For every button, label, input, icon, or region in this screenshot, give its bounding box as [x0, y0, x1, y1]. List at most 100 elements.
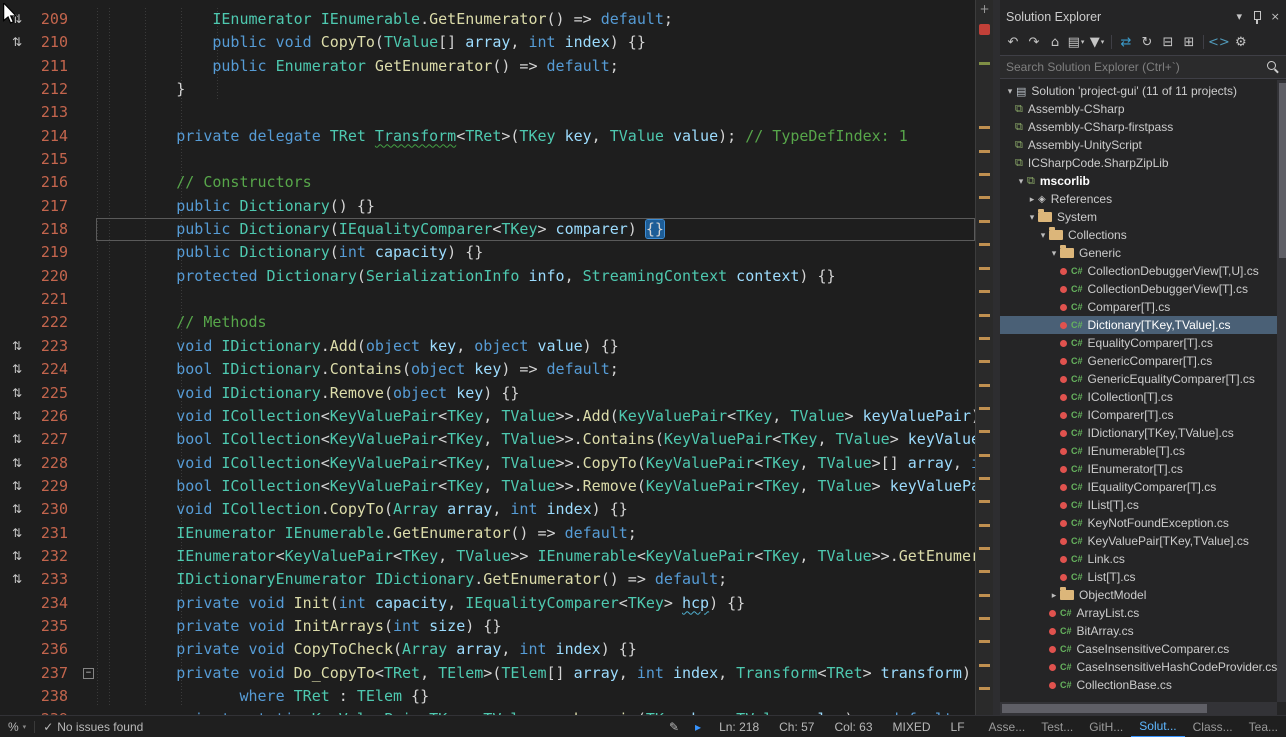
code-line[interactable]: 221	[0, 288, 975, 311]
tree-item[interactable]: C#BitArray.cs	[1000, 622, 1277, 640]
filter-icon[interactable]: ▼▾	[1087, 32, 1107, 52]
collapse-all-icon[interactable]: ⊟	[1158, 32, 1178, 52]
code-line[interactable]: 218public Dictionary(IEqualityComparer<T…	[0, 218, 975, 241]
tree-item[interactable]: C#CollectionBase.cs	[1000, 676, 1277, 694]
reference-glyph-icon[interactable]: ⇅	[0, 545, 34, 568]
code-line[interactable]: 216// Constructors	[0, 171, 975, 194]
splitter-grip-icon[interactable]: +	[976, 2, 993, 16]
code-line[interactable]: 213	[0, 101, 975, 124]
zoom-control[interactable]: % ▾	[0, 716, 34, 737]
code-line[interactable]: ⇅228void ICollection<KeyValuePair<TKey, …	[0, 452, 975, 475]
tree-item[interactable]: C#CollectionDebuggerView[T,U].cs	[1000, 262, 1277, 280]
reference-glyph-icon[interactable]: ⇅	[0, 568, 34, 591]
scrollbar-thumb[interactable]	[1002, 704, 1207, 713]
expand-indicator-icon[interactable]: ▸	[687, 716, 709, 737]
tree-expander-icon[interactable]: ▾	[1037, 230, 1049, 241]
tree-item[interactable]: ▸ObjectModel	[1000, 586, 1277, 604]
code-line[interactable]: 234private void Init(int capacity, IEqua…	[0, 592, 975, 615]
char-indicator[interactable]: Ch: 57	[769, 716, 824, 737]
search-icon[interactable]	[1267, 61, 1280, 74]
search-input[interactable]: Search Solution Explorer (Ctrl+`)	[1006, 60, 1267, 74]
tree-item[interactable]: C#IComparer[T].cs	[1000, 406, 1277, 424]
tree-item[interactable]: C#CaseInsensitiveComparer.cs	[1000, 640, 1277, 658]
tree-item[interactable]: ▾Collections	[1000, 226, 1277, 244]
tree-item[interactable]: C#GenericEqualityComparer[T].cs	[1000, 370, 1277, 388]
panel-tab[interactable]: Test...	[1033, 716, 1081, 737]
code-line[interactable]: 222// Methods	[0, 311, 975, 334]
tree-horizontal-scrollbar[interactable]	[1000, 702, 1277, 715]
tree-expander-icon[interactable]: ▾	[1015, 176, 1027, 187]
tree-item[interactable]: ⧉Assembly-UnityScript	[1000, 136, 1277, 154]
tree-item[interactable]: C#IEnumerator[T].cs	[1000, 460, 1277, 478]
tree-expander-icon[interactable]: ▾	[1004, 86, 1016, 97]
reference-glyph-icon[interactable]: ⇅	[0, 335, 34, 358]
code-line[interactable]: ⇅223void IDictionary.Add(object key, obj…	[0, 335, 975, 358]
tree-item[interactable]: ⧉ICSharpCode.SharpZipLib	[1000, 154, 1277, 172]
view-code-icon[interactable]: <>	[1208, 32, 1230, 52]
tree-expander-icon[interactable]: ▸	[1026, 194, 1038, 205]
search-box[interactable]: Search Solution Explorer (Ctrl+`)	[1000, 55, 1286, 79]
tree-item[interactable]: C#CollectionDebuggerView[T].cs	[1000, 280, 1277, 298]
reference-glyph-icon[interactable]: ⇅	[0, 31, 34, 54]
line-indicator[interactable]: Ln: 218	[709, 716, 769, 737]
reference-glyph-icon[interactable]: ⇅	[0, 522, 34, 545]
tree-item[interactable]: ▸◈References	[1000, 190, 1277, 208]
code-line[interactable]: 239private static KeyValuePair<TKey, TVa…	[0, 708, 975, 715]
code-line[interactable]: ⇅209IEnumerator IEnumerable.GetEnumerato…	[0, 8, 975, 31]
tree-item[interactable]: C#IEnumerable[T].cs	[1000, 442, 1277, 460]
code-line[interactable]: 235private void InitArrays(int size) {}	[0, 615, 975, 638]
fold-collapse-icon[interactable]: −	[83, 668, 94, 679]
solution-explorer-header[interactable]: Solution Explorer ▾ ×	[1000, 4, 1286, 29]
panel-tab[interactable]: Class...	[1185, 716, 1241, 737]
tree-item[interactable]: C#List[T].cs	[1000, 568, 1277, 586]
tree-item[interactable]: C#IList[T].cs	[1000, 496, 1277, 514]
pane-splitter[interactable]	[993, 0, 1000, 715]
switch-views-icon[interactable]: ▤▾	[1066, 32, 1086, 52]
tree-item[interactable]: C#CaseInsensitiveHashCodeProvider.cs	[1000, 658, 1277, 676]
reference-glyph-icon[interactable]: ⇅	[0, 382, 34, 405]
tree-expander-icon[interactable]: ▸	[1048, 590, 1060, 601]
reference-glyph-icon[interactable]: ⇅	[0, 452, 34, 475]
indentation-indicator[interactable]: MIXED	[883, 716, 941, 737]
reference-glyph-icon[interactable]: ⇅	[0, 498, 34, 521]
line-ending-indicator[interactable]: LF	[941, 716, 975, 737]
code-line[interactable]: ⇅225void IDictionary.Remove(object key) …	[0, 382, 975, 405]
sync-with-active-document-icon[interactable]: ⇄	[1116, 32, 1136, 52]
panel-tab[interactable]: Solut...	[1131, 716, 1184, 737]
code-line[interactable]: ⇅232IEnumerator<KeyValuePair<TKey, TValu…	[0, 545, 975, 568]
code-line[interactable]: ⇅224bool IDictionary.Contains(object key…	[0, 358, 975, 381]
code-line[interactable]: ⇅227bool ICollection<KeyValuePair<TKey, …	[0, 428, 975, 451]
tree-vertical-scrollbar[interactable]	[1277, 80, 1286, 702]
tree-item[interactable]: ▾System	[1000, 208, 1277, 226]
close-icon[interactable]: ×	[1266, 8, 1284, 26]
tree-item[interactable]: C#GenericComparer[T].cs	[1000, 352, 1277, 370]
tree-expander-icon[interactable]: ▾	[1026, 212, 1038, 223]
code-editor-pane[interactable]: ⇅209IEnumerator IEnumerable.GetEnumerato…	[0, 0, 993, 715]
tree-item[interactable]: ▾▤Solution 'project-gui' (11 of 11 proje…	[1000, 82, 1277, 100]
code-line[interactable]: 238where TRet : TElem {}	[0, 685, 975, 708]
reference-glyph-icon[interactable]: ⇅	[0, 475, 34, 498]
pin-icon[interactable]	[1248, 8, 1266, 26]
tree-item[interactable]: C#IDictionary[TKey,TValue].cs	[1000, 424, 1277, 442]
issues-indicator[interactable]: ✓ No issues found	[35, 716, 151, 737]
tree-item[interactable]: ▾Generic	[1000, 244, 1277, 262]
code-line[interactable]: 215	[0, 148, 975, 171]
column-indicator[interactable]: Col: 63	[824, 716, 882, 737]
code-line[interactable]: 217public Dictionary() {}	[0, 195, 975, 218]
tree-item[interactable]: C#KeyValuePair[TKey,TValue].cs	[1000, 532, 1277, 550]
tree-item[interactable]: C#IEqualityComparer[T].cs	[1000, 478, 1277, 496]
code-line[interactable]: ⇅230void ICollection.CopyTo(Array array,…	[0, 498, 975, 521]
code-line[interactable]: ⇅231IEnumerator IEnumerable.GetEnumerato…	[0, 522, 975, 545]
tree-item[interactable]: ▾⧉mscorlib	[1000, 172, 1277, 190]
properties-icon[interactable]: ⚙	[1231, 32, 1251, 52]
refresh-icon[interactable]: ↻	[1137, 32, 1157, 52]
panel-tab[interactable]: Asse...	[981, 716, 1034, 737]
tree-item[interactable]: C#Link.cs	[1000, 550, 1277, 568]
tree-expander-icon[interactable]: ▾	[1048, 248, 1060, 259]
code-line[interactable]: 214private delegate TRet Transform<TRet>…	[0, 125, 975, 148]
tree-item[interactable]: ⧉Assembly-CSharp	[1000, 100, 1277, 118]
tree-item[interactable]: ⧉Assembly-CSharp-firstpass	[1000, 118, 1277, 136]
tree-item[interactable]: C#Comparer[T].cs	[1000, 298, 1277, 316]
code-line[interactable]: 220protected Dictionary(SerializationInf…	[0, 265, 975, 288]
code-line[interactable]: 219public Dictionary(int capacity) {}	[0, 241, 975, 264]
